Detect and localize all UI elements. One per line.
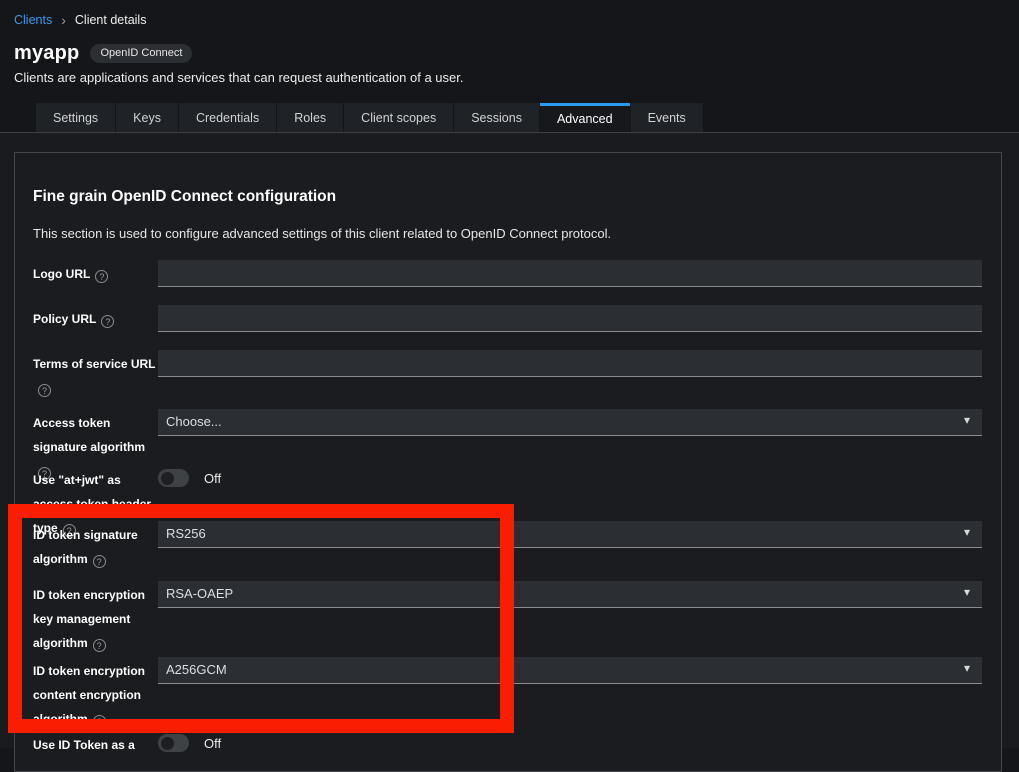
- field-label-text: Access token signature algorithm: [33, 416, 145, 454]
- help-icon[interactable]: ?: [93, 555, 106, 568]
- field-label: Use ID Token as a: [33, 733, 159, 757]
- tab-sessions[interactable]: Sessions: [454, 103, 539, 133]
- form-row-access-token-signature-algorithm: Access token signature algorithm? Choose…: [33, 409, 982, 436]
- page-header: myapp OpenID Connect: [14, 42, 192, 65]
- access-token-signature-algorithm-select[interactable]: Choose... ▾: [158, 409, 982, 436]
- id-token-signature-algorithm-select[interactable]: RS256 ▾: [158, 521, 982, 548]
- form-row-terms-of-service-url: Terms of service URL?: [33, 350, 982, 377]
- field-label-text: Terms of service URL: [33, 357, 156, 371]
- help-icon[interactable]: ?: [101, 315, 114, 328]
- form-row-logo-url: Logo URL?: [33, 260, 982, 287]
- section-description: This section is used to configure advanc…: [33, 226, 611, 241]
- field-label: ID token signature algorithm?: [33, 523, 159, 571]
- field-label: Policy URL?: [33, 307, 159, 331]
- caret-down-icon: ▾: [964, 661, 970, 675]
- form-row-id-token-encryption-content-encryption: ID token encryption content encryption a…: [33, 657, 982, 684]
- form-row-policy-url: Policy URL?: [33, 305, 982, 332]
- logo-url-input[interactable]: [158, 260, 982, 287]
- tab-client-scopes[interactable]: Client scopes: [344, 103, 453, 133]
- breadcrumb-separator-icon: ›: [61, 14, 66, 26]
- page-description: Clients are applications and services th…: [14, 70, 464, 85]
- fine-grain-oidc-panel: Fine grain OpenID Connect configuration …: [14, 152, 1002, 772]
- at-jwt-header-toggle[interactable]: [158, 469, 189, 487]
- field-label: Logo URL?: [33, 262, 159, 286]
- field-label-text: Use ID Token as a: [33, 738, 135, 752]
- caret-down-icon: ▾: [964, 525, 970, 539]
- select-value: Choose...: [166, 414, 222, 429]
- field-label-text: ID token signature algorithm: [33, 528, 138, 566]
- help-icon[interactable]: ?: [38, 384, 51, 397]
- protocol-badge: OpenID Connect: [90, 44, 192, 63]
- select-value: A256GCM: [166, 662, 227, 677]
- help-icon[interactable]: ?: [93, 715, 106, 728]
- form-row-use-id-token: Use ID Token as a Off: [33, 731, 982, 753]
- caret-down-icon: ▾: [964, 585, 970, 599]
- caret-down-icon: ▾: [964, 413, 970, 427]
- form-row-id-token-encryption-key-management: ID token encryption key management algor…: [33, 581, 982, 608]
- form-row-at-jwt-header: Use "at+jwt" as access token header type…: [33, 466, 982, 488]
- tab-advanced[interactable]: Advanced: [540, 103, 630, 133]
- field-label: ID token encryption content encryption a…: [33, 659, 159, 731]
- tab-roles[interactable]: Roles: [277, 103, 343, 133]
- help-icon[interactable]: ?: [95, 270, 108, 283]
- field-label-text: ID token encryption content encryption a…: [33, 664, 145, 726]
- toggle-state-label: Off: [204, 471, 221, 486]
- toggle-knob: [161, 472, 174, 485]
- field-label-text: Policy URL: [33, 312, 96, 326]
- field-label-text: ID token encryption key management algor…: [33, 588, 145, 650]
- id-token-encryption-content-encryption-algorithm-select[interactable]: A256GCM ▾: [158, 657, 982, 684]
- breadcrumb: Clients › Client details: [14, 13, 146, 27]
- section-title: Fine grain OpenID Connect configuration: [33, 188, 336, 206]
- field-label: Terms of service URL?: [33, 352, 159, 400]
- tab-credentials[interactable]: Credentials: [179, 103, 276, 133]
- field-label: ID token encryption key management algor…: [33, 583, 159, 655]
- tab-settings[interactable]: Settings: [36, 103, 115, 133]
- breadcrumb-current: Client details: [75, 13, 147, 27]
- select-value: RS256: [166, 526, 206, 541]
- policy-url-input[interactable]: [158, 305, 982, 332]
- form-row-id-token-signature-algorithm: ID token signature algorithm? RS256 ▾: [33, 521, 982, 548]
- breadcrumb-clients-link[interactable]: Clients: [14, 13, 52, 27]
- id-token-encryption-key-management-algorithm-select[interactable]: RSA-OAEP ▾: [158, 581, 982, 608]
- toggle-state-label: Off: [204, 736, 221, 751]
- page-title: myapp: [14, 42, 79, 65]
- help-icon[interactable]: ?: [93, 639, 106, 652]
- terms-of-service-url-input[interactable]: [158, 350, 982, 377]
- tab-events[interactable]: Events: [631, 103, 703, 133]
- use-id-token-toggle[interactable]: [158, 734, 189, 752]
- field-label-text: Logo URL: [33, 267, 90, 281]
- tab-keys[interactable]: Keys: [116, 103, 178, 133]
- tab-bar: Settings Keys Credentials Roles Client s…: [36, 103, 704, 133]
- select-value: RSA-OAEP: [166, 586, 233, 601]
